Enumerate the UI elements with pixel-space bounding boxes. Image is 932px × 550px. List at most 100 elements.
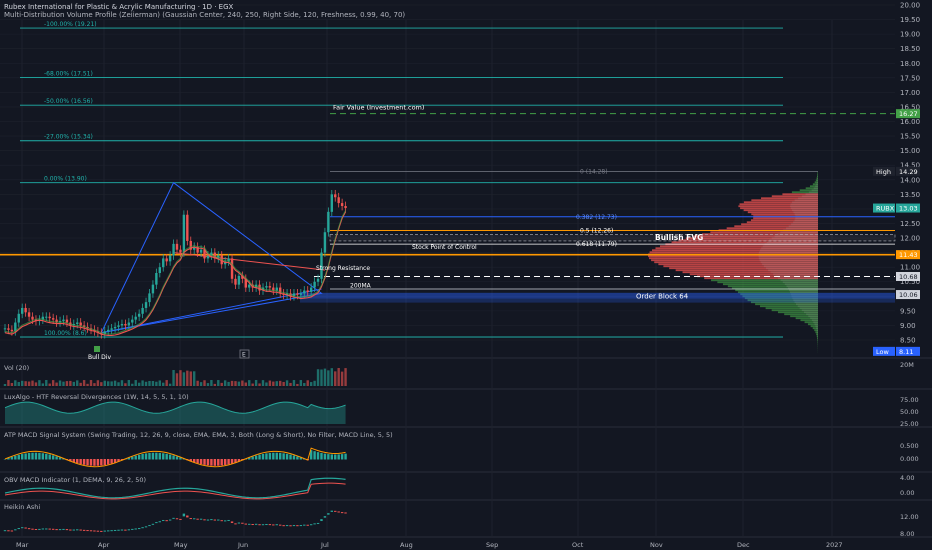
heikin-ashi-candle xyxy=(323,516,327,518)
chart-title: Rubex International for Plastic & Acryli… xyxy=(4,3,234,11)
candle-body xyxy=(158,267,161,273)
volume-bar xyxy=(62,381,65,386)
volume-bar xyxy=(306,380,309,386)
macd-histogram-bar xyxy=(196,459,199,464)
annotation-order-block: Order Block 64 xyxy=(636,292,689,300)
heikin-ashi-candle xyxy=(148,525,151,527)
volume-bar xyxy=(196,380,199,386)
candle-body xyxy=(113,326,117,329)
heikin-ashi-candle xyxy=(303,524,306,526)
volume-bar xyxy=(72,381,75,386)
volume-profile-bar xyxy=(794,219,818,222)
volume-bar xyxy=(38,380,41,386)
volume-bar xyxy=(223,380,227,386)
volume-profile-bar xyxy=(798,197,818,200)
heikin-ashi-candle xyxy=(141,527,144,529)
candle-body xyxy=(62,319,65,322)
heikin-ashi-candle xyxy=(79,529,82,531)
candle-body xyxy=(137,313,141,317)
heikin-ashi-candle xyxy=(103,530,106,532)
volume-bar xyxy=(313,380,316,386)
volume-profile-bar xyxy=(792,201,818,204)
chart-canvas[interactable]: 20.0019.5019.0018.5018.0017.5017.0016.50… xyxy=(0,0,932,550)
x-axis-label: Dec xyxy=(737,541,750,549)
volume-bar xyxy=(189,371,192,386)
luxalgo-tick-label: 50.00 xyxy=(900,408,919,416)
macd-histogram-bar xyxy=(45,453,48,460)
macd-histogram-bar xyxy=(316,452,320,460)
candle-body xyxy=(131,319,134,323)
volume-bar xyxy=(282,381,285,386)
volume-bar xyxy=(131,383,134,386)
macd-histogram-bar xyxy=(168,454,172,460)
volume-bar xyxy=(65,381,69,386)
macd-histogram-bar xyxy=(285,453,289,460)
candle-body xyxy=(117,325,120,327)
macd-histogram-bar xyxy=(220,459,223,466)
macd-histogram-bar xyxy=(34,452,38,460)
volume-bar xyxy=(292,380,296,386)
macd-histogram-bar xyxy=(313,451,316,460)
volume-bar xyxy=(234,381,237,386)
volume-bar xyxy=(289,382,292,386)
volume-bar xyxy=(34,382,38,386)
volume-profile-bar xyxy=(805,193,818,196)
volume-profile-bar xyxy=(780,231,818,234)
heikin-ashi-candle xyxy=(279,524,282,526)
candle-body xyxy=(141,307,144,314)
heikin-ashi-tick-label: 8.00 xyxy=(900,530,914,538)
volume-bar xyxy=(210,380,213,386)
volume-bar xyxy=(27,381,31,386)
candle-body xyxy=(275,287,278,291)
volume-bar xyxy=(21,380,24,386)
volume-profile-bar xyxy=(788,225,818,228)
volume-profile-bar xyxy=(790,205,818,208)
candle-body xyxy=(48,316,51,319)
candle-body xyxy=(340,203,344,206)
volume-profile-bar xyxy=(765,267,818,270)
macd-histogram-bar xyxy=(337,454,340,460)
macd-histogram-bar xyxy=(55,456,58,460)
volume-profile-bar xyxy=(786,285,818,288)
volume-bar xyxy=(172,370,175,386)
volume-bar xyxy=(272,381,275,386)
volume-bar xyxy=(203,380,206,386)
volume-profile-bar xyxy=(811,319,818,322)
heikin-ashi-candle xyxy=(76,529,79,531)
macd-histogram-bar xyxy=(31,452,34,460)
heikin-ashi-candle xyxy=(7,530,10,532)
heikin-ashi-candle xyxy=(89,530,93,532)
candle-body xyxy=(175,243,179,250)
volume-bar xyxy=(241,380,244,386)
volume-profile-bar xyxy=(790,203,818,206)
volume-profile-bar xyxy=(794,213,818,216)
x-axis-label: Nov xyxy=(650,541,663,549)
volume-profile-bar xyxy=(789,289,818,292)
volume-profile-bar xyxy=(808,191,818,194)
candle-body xyxy=(296,293,299,295)
heikin-ashi-candle xyxy=(82,529,86,531)
order-block-zone xyxy=(300,292,895,299)
heikin-ashi-candle xyxy=(96,530,100,532)
macd-histogram-bar xyxy=(217,459,220,466)
heikin-ashi-candle xyxy=(244,523,247,525)
volume-bar xyxy=(251,383,254,386)
volume-bar xyxy=(186,370,189,386)
x-axis-label: May xyxy=(174,541,188,549)
heikin-ashi-candle xyxy=(55,529,58,531)
volume-profile-bar xyxy=(759,251,818,254)
candle-body xyxy=(230,258,234,279)
heikin-ashi-candle xyxy=(210,519,213,521)
heikin-ashi-candle xyxy=(199,518,203,520)
macd-histogram-bar xyxy=(206,459,210,466)
macd-histogram-bar xyxy=(275,452,278,460)
heikin-ashi-candle xyxy=(203,519,206,521)
volume-bar xyxy=(199,382,203,386)
volume-profile-bar xyxy=(806,313,818,316)
volume-bar xyxy=(113,380,117,386)
heikin-ashi-candle xyxy=(17,528,20,530)
candle-body xyxy=(265,286,268,288)
volume-profile-bar xyxy=(793,221,818,224)
price-tick-label: 17.50 xyxy=(900,74,920,82)
macd-histogram-bar xyxy=(296,456,299,460)
